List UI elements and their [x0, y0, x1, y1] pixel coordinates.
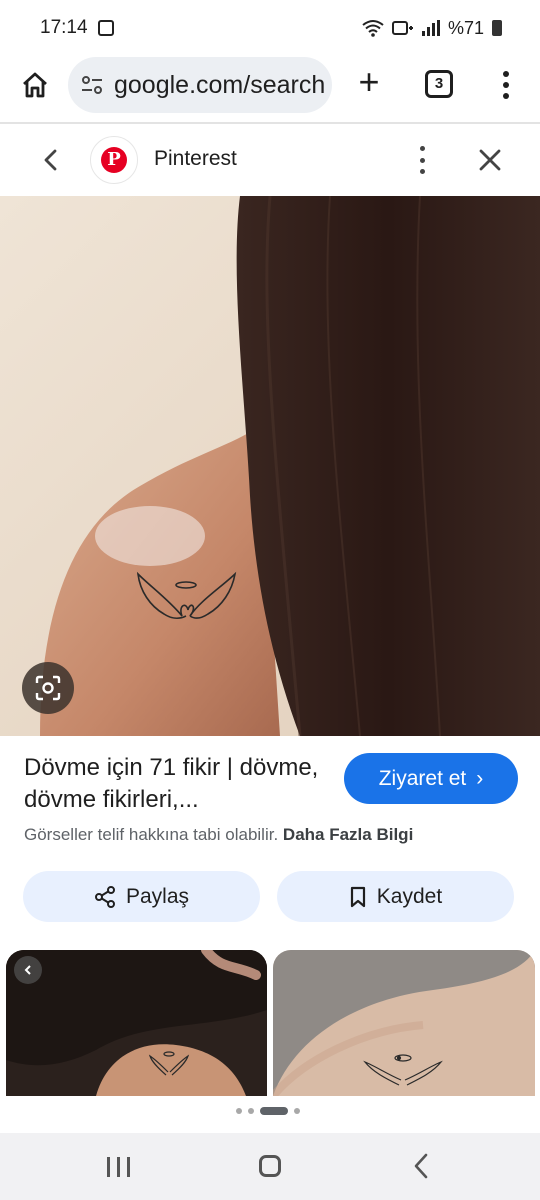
gallery-notification-icon: [97, 20, 114, 36]
main-result-image[interactable]: [0, 196, 540, 736]
browser-menu-button[interactable]: [496, 68, 516, 102]
share-label: Paylaş: [125, 884, 190, 908]
home-icon: [23, 72, 47, 98]
recent-apps-button[interactable]: [107, 1157, 130, 1177]
source-name[interactable]: Pinterest: [154, 147, 237, 171]
google-lens-button[interactable]: [22, 662, 74, 714]
learn-more-link[interactable]: Daha Fazla Bilgi: [283, 825, 413, 844]
scroll-left-button[interactable]: [14, 956, 42, 984]
status-bar: 17:14 %71: [0, 0, 540, 56]
page-dot: [248, 1108, 254, 1114]
copyright-notice: Görseller telif hakkına tabi olabilir. D…: [24, 825, 413, 845]
page-dot: [236, 1108, 242, 1114]
bookmark-icon: [350, 886, 365, 907]
share-icon: [94, 885, 115, 908]
visit-button[interactable]: Ziyaret et ›: [344, 753, 518, 804]
close-icon[interactable]: [478, 148, 502, 172]
battery-icon: [492, 20, 502, 36]
pinterest-logo[interactable]: P: [90, 136, 138, 184]
status-left: 17:14: [40, 17, 114, 39]
signal-bars-icon: [421, 20, 440, 36]
source-more-options-button[interactable]: [415, 146, 429, 174]
site-settings-icon[interactable]: [80, 73, 104, 97]
wifi-icon: [362, 20, 384, 37]
home-button[interactable]: [18, 68, 52, 102]
battery-percentage: %71: [447, 17, 484, 38]
save-label: Kaydet: [376, 884, 443, 908]
back-chevron-icon[interactable]: [40, 148, 62, 172]
status-time: 17:14: [40, 17, 88, 38]
related-image[interactable]: [273, 950, 535, 1096]
pinterest-logo-mark: P: [101, 147, 127, 173]
save-button[interactable]: Kaydet: [277, 871, 514, 922]
related-images: [0, 950, 540, 1096]
data-signal-icon: [391, 21, 413, 35]
related-image-photo: [273, 950, 535, 1096]
back-nav-icon[interactable]: [412, 1153, 430, 1179]
result-title[interactable]: Dövme için 71 fikir | dövme, dövme fikir…: [24, 752, 334, 816]
source-header: P Pinterest: [0, 124, 540, 196]
lens-icon: [35, 675, 61, 701]
page-dot: [294, 1108, 300, 1114]
new-tab-button[interactable]: +: [352, 64, 386, 100]
status-right: %71: [362, 18, 502, 39]
browser-toolbar: google.com/search + 3: [0, 56, 540, 118]
tab-switcher-button[interactable]: 3: [425, 70, 453, 98]
page-dot-active: [260, 1107, 288, 1115]
chevron-right-icon: ›: [476, 766, 484, 790]
chevron-left-icon: [24, 965, 31, 975]
address-bar[interactable]: google.com/search: [68, 57, 332, 113]
related-image-photo: [6, 950, 267, 1096]
system-navigation-bar: [0, 1133, 540, 1200]
share-button[interactable]: Paylaş: [23, 871, 260, 922]
copyright-text: Görseller telif hakkına tabi olabilir.: [24, 825, 279, 844]
page-indicator: [236, 1107, 300, 1115]
visit-button-label: Ziyaret et: [378, 766, 467, 790]
related-image[interactable]: [6, 950, 267, 1096]
url-text: google.com/search: [114, 70, 326, 99]
tattoo-photo: [0, 196, 540, 736]
home-nav-button[interactable]: [259, 1155, 281, 1177]
